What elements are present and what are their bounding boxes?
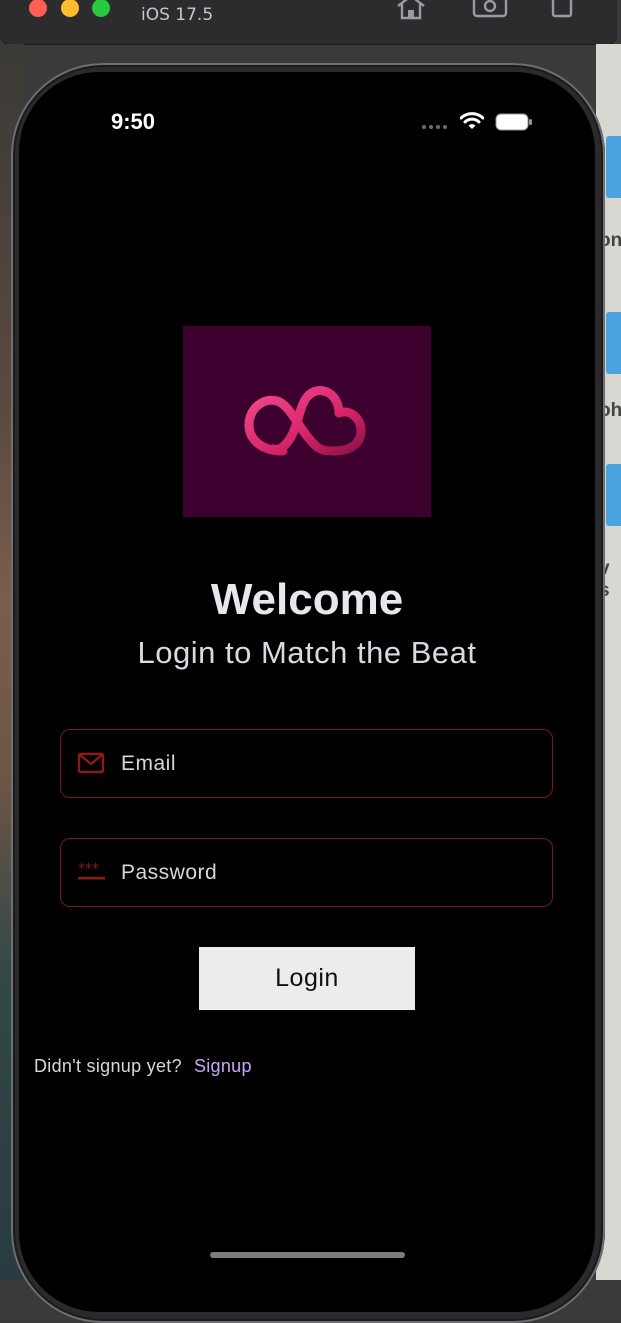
signup-row: Didn't signup yet? Signup xyxy=(34,1056,252,1077)
signal-dots-icon xyxy=(422,125,447,129)
rotate-icon[interactable] xyxy=(551,0,573,18)
simulator-toolbar: iOS 17.5 xyxy=(0,0,617,44)
app-logo xyxy=(183,326,431,517)
email-field[interactable] xyxy=(60,729,553,798)
svg-text:***: *** xyxy=(78,861,99,877)
password-field[interactable]: *** xyxy=(60,838,553,907)
simulator-title: iOS 17.5 xyxy=(141,5,214,25)
desktop-tile xyxy=(606,136,621,198)
close-window-button[interactable] xyxy=(29,0,47,17)
battery-icon xyxy=(495,113,533,136)
password-input[interactable] xyxy=(121,839,541,906)
page-title: Welcome xyxy=(210,575,404,624)
minimize-window-button[interactable] xyxy=(61,0,79,17)
password-dots-icon: *** xyxy=(77,861,107,888)
status-time: 9:50 xyxy=(111,109,156,134)
screenshot-icon[interactable] xyxy=(472,0,508,18)
signup-link[interactable]: Signup xyxy=(194,1056,252,1076)
signup-prompt: Didn't signup yet? xyxy=(34,1056,182,1076)
page-subtitle: Login to Match the Beat xyxy=(137,635,477,670)
home-icon[interactable] xyxy=(395,0,427,20)
email-input[interactable] xyxy=(121,730,541,797)
zoom-window-button[interactable] xyxy=(92,0,110,17)
mail-icon xyxy=(77,752,105,779)
home-indicator[interactable] xyxy=(210,1252,405,1258)
iphone-screen: 9:50 Welcome Login to Match the Beat Ema… xyxy=(19,72,595,1312)
desktop-tile xyxy=(606,464,621,526)
cloud-heart-logo-icon xyxy=(244,386,366,456)
wifi-icon xyxy=(459,112,485,135)
login-button[interactable]: Login xyxy=(199,947,415,1010)
desktop-tile xyxy=(606,312,621,374)
